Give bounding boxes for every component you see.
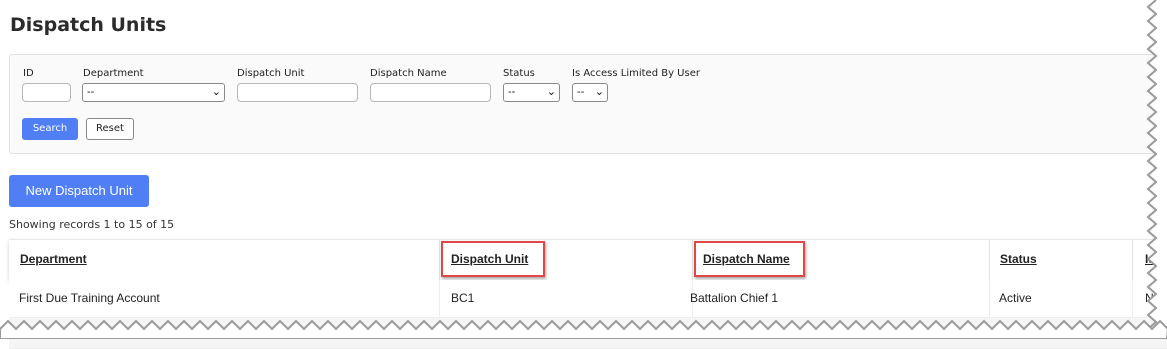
cell-dispatch-name: Battalion Chief 1 [690,291,779,305]
dispatch-unit-input[interactable] [237,83,358,102]
status-select[interactable]: -- ⌄ [503,83,560,102]
id-label: ID [23,68,34,79]
table-row[interactable]: First Due Training Account BC1 Battalion… [9,280,1167,318]
new-dispatch-unit-button[interactable]: New Dispatch Unit [9,175,149,207]
access-limited-select-value: -- [577,86,585,98]
cell-dispatch-unit: BC1 [451,291,475,305]
column-header-department[interactable]: Department [20,252,87,266]
access-limited-select[interactable]: -- ⌄ [572,83,608,102]
filter-panel: ID Department -- ⌄ Dispatch Unit Dispatc… [9,54,1161,154]
chevron-down-icon: ⌄ [211,86,221,98]
highlight-dispatch-name [694,241,805,277]
id-input[interactable] [22,83,71,102]
dispatch-name-input[interactable] [370,83,491,102]
access-limited-label: Is Access Limited By User [572,68,700,79]
department-select-value: -- [87,86,95,98]
column-header-status[interactable]: Status [1000,252,1037,266]
column-divider [989,240,990,280]
cell-access-limited: No [1145,291,1161,305]
status-select-value: -- [508,86,516,98]
status-label: Status [503,68,535,79]
dispatch-unit-label: Dispatch Unit [237,68,305,79]
highlight-dispatch-unit [441,241,545,277]
column-header-access-limited[interactable]: Is A [1145,252,1167,266]
column-divider [1132,240,1133,280]
search-button[interactable]: Search [22,118,78,140]
column-divider [692,240,693,280]
column-divider [1132,280,1133,317]
column-divider [439,240,440,280]
dispatch-name-label: Dispatch Name [370,68,447,79]
cell-department: First Due Training Account [19,291,160,305]
table-row[interactable] [9,318,1167,349]
record-count: Showing records 1 to 15 of 15 [9,218,175,231]
table-header: Department Dispatch Unit Dispatch Name S… [9,239,1167,280]
chevron-down-icon: ⌄ [594,86,604,98]
department-select[interactable]: -- ⌄ [82,83,225,102]
column-divider [439,280,440,317]
chevron-down-icon: ⌄ [546,86,556,98]
reset-button[interactable]: Reset [86,118,134,140]
page-title: Dispatch Units [10,14,167,36]
cell-status: Active [999,291,1032,305]
department-label: Department [83,68,144,79]
column-divider [989,280,990,317]
